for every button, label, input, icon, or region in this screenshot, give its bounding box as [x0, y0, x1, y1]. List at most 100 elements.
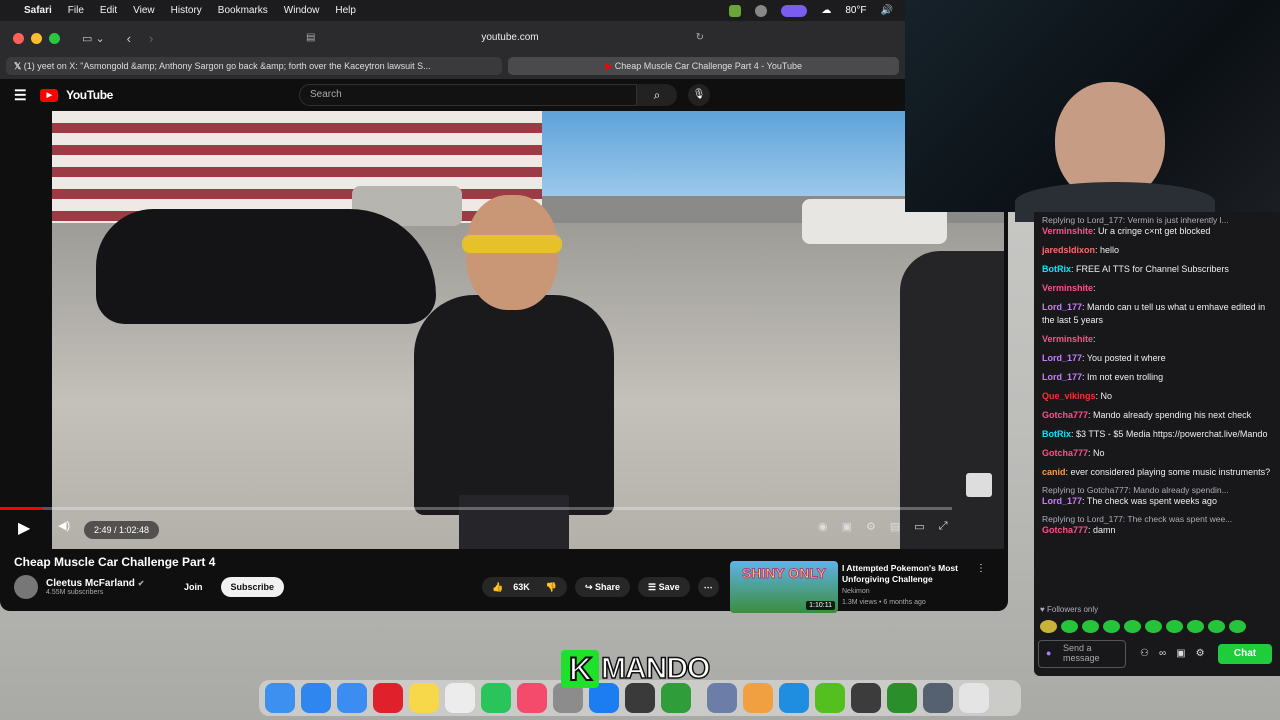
weather-temp[interactable]: 80°F — [845, 5, 866, 16]
back-icon[interactable]: ‹ — [127, 31, 131, 46]
chat-gift-icon[interactable]: ▣ — [1176, 648, 1185, 659]
reminders-icon[interactable] — [445, 683, 475, 713]
music-icon[interactable] — [517, 683, 547, 713]
save-button[interactable]: ☰ Save — [638, 577, 690, 597]
channel-watermark-icon[interactable] — [966, 473, 992, 497]
safari-icon[interactable] — [301, 683, 331, 713]
menu-app-name[interactable]: Safari — [24, 5, 52, 16]
close-window-button[interactable] — [13, 32, 24, 44]
related-channel[interactable]: Nekimon — [842, 588, 870, 595]
screen-record-icon[interactable] — [781, 4, 808, 17]
chat-username[interactable]: BotRix — [1042, 264, 1071, 274]
more-actions-button[interactable]: ⋯ — [697, 577, 719, 597]
xbox2-icon[interactable] — [887, 683, 917, 713]
chat-users-icon[interactable]: ⚇ — [1140, 648, 1149, 659]
game-icon[interactable] — [851, 683, 881, 713]
emote-icon[interactable] — [1103, 620, 1120, 633]
video-player[interactable] — [52, 111, 1004, 549]
autoplay-toggle-icon[interactable]: ◉ — [818, 520, 828, 533]
menu-history[interactable]: History — [171, 5, 202, 16]
emote-icon[interactable] — [1040, 620, 1057, 633]
whatsapp-icon[interactable] — [481, 683, 511, 713]
like-button[interactable]: 👍 63K 👎 — [482, 577, 567, 597]
related-video[interactable]: SHINY ONLY 1:10:11 I Attempted Pokemon's… — [730, 561, 1000, 613]
youtube-logo-icon[interactable]: ▶ — [40, 88, 59, 102]
captions-icon[interactable]: ▣ — [842, 520, 852, 533]
miniplayer-icon[interactable]: ▤ — [890, 520, 900, 533]
trash-icon[interactable] — [959, 683, 989, 713]
voice-search-button[interactable]: 🎙 — [688, 84, 710, 106]
weather-icon[interactable]: ☁ — [821, 5, 831, 16]
channel-avatar[interactable] — [14, 575, 38, 599]
finder2-icon[interactable] — [707, 683, 737, 713]
chat-input[interactable]: ● Send a message — [1038, 640, 1126, 668]
emote-icon[interactable] — [1208, 620, 1225, 633]
tab-youtube[interactable]: ▶ Cheap Muscle Car Challenge Part 4 - Yo… — [508, 57, 899, 75]
chat-username[interactable]: Gotcha777 — [1042, 525, 1088, 535]
play-button[interactable]: ▶ — [18, 518, 30, 538]
youtube-logo-text[interactable]: YouTube — [66, 88, 113, 102]
hamburger-menu-icon[interactable]: ☰ — [14, 87, 27, 104]
chat-glasses-icon[interactable]: ∞ — [1159, 648, 1166, 659]
notes-icon[interactable] — [409, 683, 439, 713]
chat-username[interactable]: Lord_177 — [1042, 496, 1082, 506]
tab-x-post[interactable]: 𝕏 (1) yeet on X: "Asmongold &amp; Anthon… — [6, 57, 503, 75]
emote-icon[interactable] — [1145, 620, 1162, 633]
page-menu-icon[interactable]: ▤ — [306, 28, 315, 48]
chat-username[interactable]: Lord_177 — [1042, 353, 1082, 363]
menu-view[interactable]: View — [133, 5, 155, 16]
menu-file[interactable]: File — [68, 5, 84, 16]
minimize-window-button[interactable] — [31, 32, 42, 44]
menu-edit[interactable]: Edit — [100, 5, 117, 16]
related-menu-icon[interactable]: ⋮ — [976, 563, 986, 574]
join-button[interactable]: Join — [174, 577, 213, 597]
emote-icon[interactable] — [1229, 620, 1246, 633]
photos-icon[interactable] — [743, 683, 773, 713]
theater-mode-icon[interactable]: ▭ — [914, 520, 924, 533]
related-title[interactable]: I Attempted Pokemon's Most Unforgiving C… — [842, 563, 972, 585]
volume-button[interactable]: ◀) — [58, 519, 70, 532]
emote-icon[interactable] — [1124, 620, 1141, 633]
chat-username[interactable]: canid — [1042, 467, 1066, 477]
settings-gear-icon[interactable]: ⚙ — [866, 520, 876, 533]
address-bar[interactable]: ▤ youtube.com ↻ — [300, 28, 720, 48]
browser-icon[interactable] — [779, 683, 809, 713]
zoom-window-button[interactable] — [49, 32, 60, 44]
search-input[interactable]: Search — [299, 84, 637, 106]
forward-icon[interactable]: › — [149, 31, 153, 46]
subscribe-button[interactable]: Subscribe — [220, 577, 285, 597]
mail-icon[interactable] — [337, 683, 367, 713]
menu-bookmarks[interactable]: Bookmarks — [218, 5, 268, 16]
emote-icon[interactable] — [1187, 620, 1204, 633]
thumbs-down-icon[interactable]: 👎 — [546, 577, 557, 597]
emote-icon[interactable] — [1061, 620, 1078, 633]
chat-username[interactable]: Que_vikings — [1042, 391, 1096, 401]
chat-username[interactable]: jaredsldixon — [1042, 245, 1095, 255]
menu-window[interactable]: Window — [284, 5, 320, 16]
share-button[interactable]: ↪ Share — [574, 577, 631, 597]
chat-username[interactable]: Verminshite — [1042, 334, 1093, 344]
chat-username[interactable]: Gotcha777 — [1042, 410, 1088, 420]
control-center-icon[interactable] — [755, 4, 768, 17]
fullscreen-icon[interactable]: ⤢ — [939, 520, 948, 533]
chat-username[interactable]: Verminshite — [1042, 283, 1093, 293]
chat-username[interactable]: BotRix — [1042, 429, 1071, 439]
opera-icon[interactable] — [373, 683, 403, 713]
chat-username[interactable]: Lord_177 — [1042, 302, 1082, 312]
emote-icon[interactable] — [1166, 620, 1183, 633]
monitor-icon[interactable] — [923, 683, 953, 713]
chat-username[interactable]: Lord_177 — [1042, 372, 1082, 382]
xbox-status-icon[interactable] — [729, 4, 742, 17]
sidebar-toggle-icon[interactable]: ▭ ⌄ — [82, 32, 105, 45]
reload-icon[interactable]: ↻ — [696, 28, 704, 48]
emote-icon[interactable] — [1082, 620, 1099, 633]
finder-icon[interactable] — [265, 683, 295, 713]
kick-icon[interactable] — [815, 683, 845, 713]
volume-icon[interactable]: 🔊 — [881, 5, 893, 16]
menu-help[interactable]: Help — [335, 5, 356, 16]
chat-username[interactable]: Verminshite — [1042, 226, 1093, 236]
search-button[interactable]: ⌕ — [637, 84, 677, 106]
microphone-icon[interactable]: ● — [1046, 648, 1051, 658]
channel-name[interactable]: Cleetus McFarland — [46, 578, 135, 589]
chat-username[interactable]: Gotcha777 — [1042, 448, 1088, 458]
